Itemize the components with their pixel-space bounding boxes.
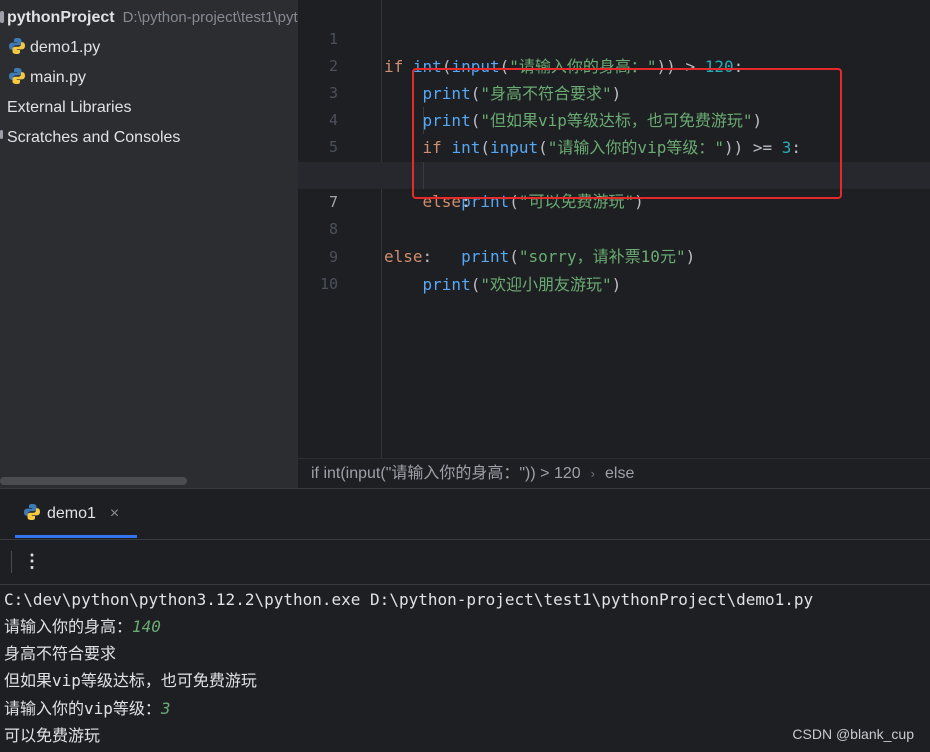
code-line[interactable]: 10: [298, 244, 930, 293]
scratches-node[interactable]: Scratches and Consoles: [0, 123, 180, 153]
project-tool-window: pythonProject D:\python-project\test1\pyt…: [0, 0, 298, 488]
watermark: CSDN @blank_cup: [792, 726, 914, 742]
scratches-icon: [0, 130, 3, 139]
console-output-line: 身高不符合要求: [4, 644, 117, 663]
more-options-icon[interactable]: ⋮: [22, 546, 42, 576]
string-literal: "欢迎小朋友游玩": [480, 275, 612, 294]
external-libraries-label: External Libraries: [7, 99, 132, 116]
builtin-call: print: [422, 275, 471, 294]
project-root-node[interactable]: pythonProject D:\python-project\test1\pyt…: [0, 3, 298, 33]
console-user-input: 3: [160, 699, 171, 718]
python-file-icon: [9, 38, 25, 54]
file-label: main.py: [30, 69, 87, 86]
project-path: D:\python-project\test1\pythonProject: [122, 9, 298, 26]
active-tab-indicator: [15, 535, 137, 538]
project-name: pythonProject: [7, 9, 115, 26]
python-icon: [24, 504, 40, 520]
breadcrumb: if int(input("请输入你的身高：")) > 120 › else: [298, 458, 930, 488]
close-icon[interactable]: ×: [110, 505, 119, 522]
line-number: 10: [319, 275, 338, 293]
python-file-icon: [9, 68, 25, 84]
folder-icon: [0, 11, 4, 23]
console-command-line: C:\dev\python\python3.12.2\python.exe D:…: [4, 590, 814, 609]
console-output-line: 但如果vip等级达标，也可免费游玩: [4, 671, 257, 690]
annotation-highlight-box: [412, 68, 842, 199]
breadcrumb-item[interactable]: if int(input("请输入你的身高：")) > 120: [311, 465, 581, 482]
code-line[interactable]: 2 print("身高不符合要求"): [298, 26, 930, 103]
chevron-right-icon: ›: [590, 466, 595, 481]
code-line[interactable]: 9 print("欢迎小朋友游玩"): [298, 217, 930, 294]
file-label: demo1.py: [30, 39, 101, 56]
external-libraries-node[interactable]: External Libraries: [7, 93, 132, 123]
console-output-line: 请输入你的身高：140: [4, 617, 161, 636]
divider: [0, 584, 930, 585]
console-user-input: 140: [132, 617, 161, 636]
scratches-label: Scratches and Consoles: [7, 129, 181, 146]
sidebar-horizontal-scrollbar[interactable]: [0, 477, 187, 485]
file-node-main[interactable]: main.py: [8, 63, 86, 93]
console-output-line: 请输入你的vip等级：3: [4, 699, 171, 718]
run-tab-label: demo1: [47, 505, 96, 522]
file-node-demo1[interactable]: demo1.py: [8, 33, 100, 63]
divider: [11, 551, 12, 573]
run-tool-window: demo1 × ⋮ C:\dev\python\python3.12.2\pyth…: [0, 488, 930, 752]
run-tab-demo1[interactable]: demo1 ×: [15, 489, 137, 539]
code-line[interactable]: 1 if int(input("请输入你的身高：")) > 120:: [298, 0, 930, 76]
divider: [0, 539, 930, 540]
breadcrumb-item[interactable]: else: [605, 465, 634, 482]
console-output-line: 可以免费游玩: [4, 726, 101, 745]
